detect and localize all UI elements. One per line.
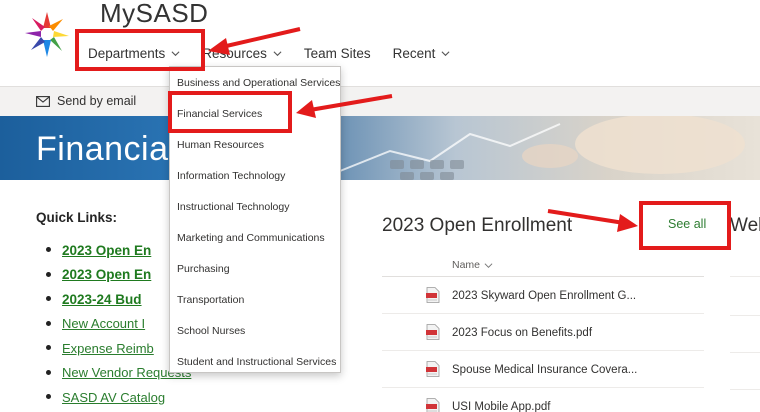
send-by-email-button[interactable]: Send by email <box>36 94 136 108</box>
hero-background-image <box>339 116 745 180</box>
quick-links-heading: Quick Links: <box>36 210 118 225</box>
page-title: Financial <box>36 130 177 168</box>
menu-item-instructional-technology[interactable]: Instructional Technology <box>170 191 340 222</box>
top-navigation: Departments Resources Team Sites Recent <box>86 42 472 64</box>
document-row[interactable]: USI Mobile App.pdf <box>382 389 704 412</box>
document-name[interactable]: Spouse Medical Insurance Covera... <box>452 364 637 376</box>
name-column-header[interactable]: Name <box>452 259 493 271</box>
menu-item-information-technology[interactable]: Information Technology <box>170 160 340 191</box>
menu-item-marketing-communications[interactable]: Marketing and Communications <box>170 222 340 253</box>
document-row[interactable]: Spouse Medical Insurance Covera... <box>382 352 704 388</box>
departments-dropdown-menu: Business and Operational Services Financ… <box>169 66 341 373</box>
pdf-file-icon <box>426 398 440 412</box>
document-row[interactable]: 2023 Focus on Benefits.pdf <box>382 315 704 351</box>
hero-banner: Financial <box>0 116 760 180</box>
pdf-file-icon <box>426 361 440 377</box>
menu-item-financial-services[interactable]: Financial Services <box>170 98 340 129</box>
quick-link[interactable]: 2023 Open En <box>62 267 151 282</box>
name-column-label: Name <box>452 259 481 271</box>
quick-link[interactable]: 2023 Open En <box>62 243 151 258</box>
document-name[interactable]: USI Mobile App.pdf <box>452 401 550 412</box>
quick-link[interactable]: Expense Reimb <box>62 341 154 356</box>
site-title[interactable]: MySASD <box>100 0 208 29</box>
nav-resources[interactable]: Resources <box>202 46 282 61</box>
chevron-down-icon <box>273 50 282 56</box>
next-section-title: Wel <box>730 215 760 236</box>
divider <box>730 276 760 277</box>
nav-departments[interactable]: Departments <box>88 46 180 61</box>
nav-team-sites[interactable]: Team Sites <box>304 46 371 61</box>
divider <box>730 352 760 353</box>
pdf-file-icon <box>426 287 440 303</box>
mail-icon <box>36 95 50 107</box>
header-divider <box>382 276 704 277</box>
nav-recent[interactable]: Recent <box>393 46 451 61</box>
chevron-down-icon <box>441 50 450 56</box>
chevron-down-icon <box>484 262 493 268</box>
command-bar: Send by email <box>0 86 760 116</box>
quick-link-item: SASD AV Catalog <box>45 385 191 410</box>
quick-link[interactable]: SASD AV Catalog <box>62 390 165 405</box>
nav-departments-label: Departments <box>88 45 166 61</box>
sasd-logo-icon <box>25 12 69 57</box>
see-all-link[interactable]: See all <box>668 217 706 231</box>
menu-item-human-resources[interactable]: Human Resources <box>170 129 340 160</box>
divider <box>730 389 760 390</box>
send-by-email-label: Send by email <box>57 94 137 108</box>
nav-team-sites-label: Team Sites <box>303 45 371 61</box>
divider <box>730 315 760 316</box>
menu-item-business-operational[interactable]: Business and Operational Services <box>170 67 340 98</box>
document-name[interactable]: 2023 Skyward Open Enrollment G... <box>452 290 636 302</box>
menu-item-student-instructional[interactable]: Student and Instructional Services <box>170 346 340 377</box>
quick-link[interactable]: New Account I <box>62 316 145 331</box>
menu-item-purchasing[interactable]: Purchasing <box>170 253 340 284</box>
pdf-file-icon <box>426 324 440 340</box>
document-row[interactable]: 2023 Skyward Open Enrollment G... <box>382 278 704 314</box>
menu-item-school-nurses[interactable]: School Nurses <box>170 315 340 346</box>
chevron-down-icon <box>171 50 180 56</box>
nav-resources-label: Resources <box>202 45 267 61</box>
nav-recent-label: Recent <box>392 45 436 61</box>
quick-link[interactable]: 2023-24 Bud <box>62 292 142 307</box>
menu-item-transportation[interactable]: Transportation <box>170 284 340 315</box>
enrollment-section-title: 2023 Open Enrollment <box>382 215 573 236</box>
document-name[interactable]: 2023 Focus on Benefits.pdf <box>452 327 592 339</box>
